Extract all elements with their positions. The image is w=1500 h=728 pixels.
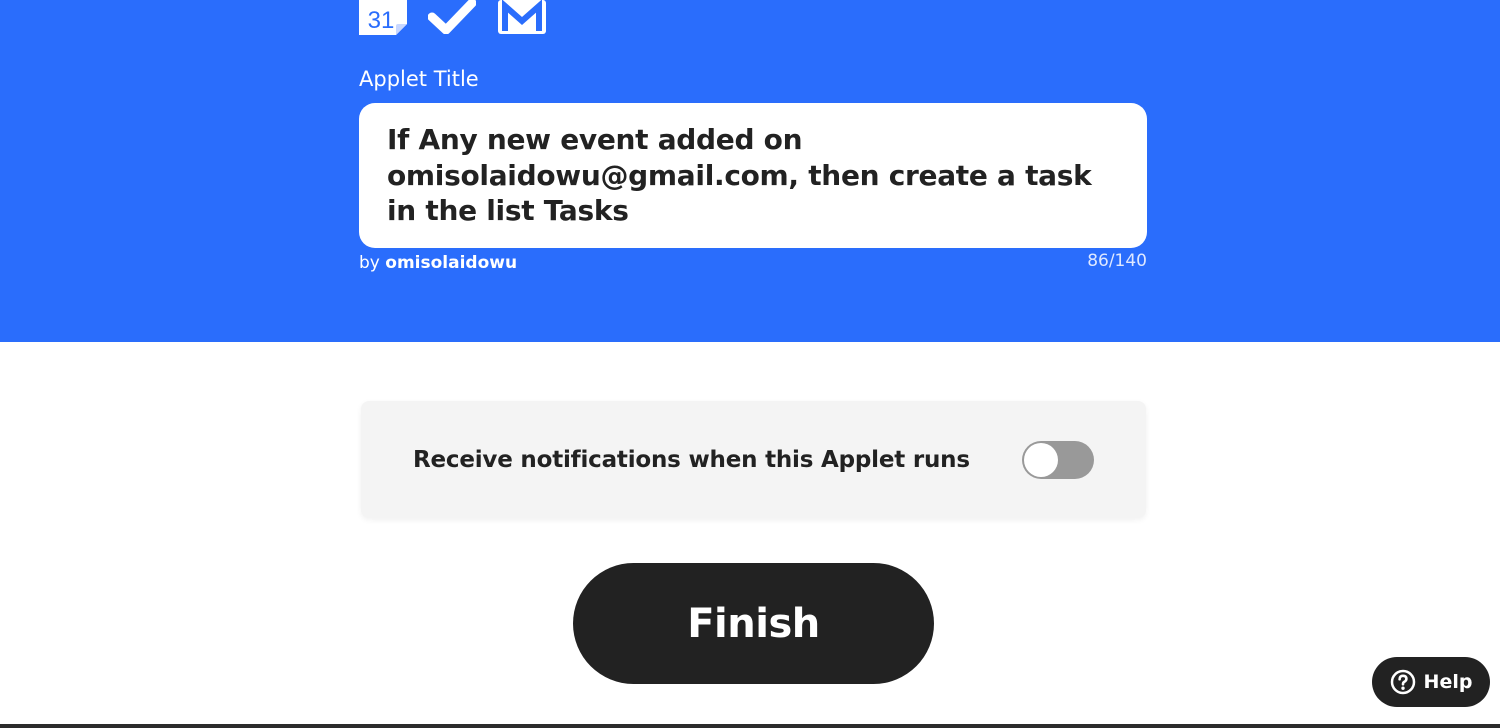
help-button[interactable]: Help xyxy=(1372,657,1490,707)
calendar-icon: 31 xyxy=(359,0,407,35)
bottom-edge xyxy=(0,724,1500,728)
applet-title-input[interactable]: If Any new event added on omisolaidowu@g… xyxy=(359,103,1147,248)
author-byline: by omisolaidowu xyxy=(359,252,517,274)
byline-prefix: by xyxy=(359,253,380,273)
calendar-day: 31 xyxy=(368,7,395,34)
notifications-card: Receive notifications when this Applet r… xyxy=(361,401,1146,518)
checkmark-icon xyxy=(428,0,476,34)
applet-title-label: Applet Title xyxy=(359,67,479,91)
notifications-toggle[interactable] xyxy=(1022,441,1094,479)
toggle-knob xyxy=(1024,443,1058,477)
notifications-label: Receive notifications when this Applet r… xyxy=(413,447,970,473)
finish-button[interactable]: Finish xyxy=(573,563,934,684)
question-mark-icon xyxy=(1390,669,1415,695)
applet-header: 31 Applet Title If Any new event added o… xyxy=(0,0,1500,342)
character-count: 86/140 xyxy=(1087,251,1147,271)
help-label: Help xyxy=(1423,671,1473,693)
author-name: omisolaidowu xyxy=(385,253,518,273)
gmail-icon xyxy=(498,0,546,34)
applet-title-text[interactable]: If Any new event added on omisolaidowu@g… xyxy=(387,122,1127,229)
